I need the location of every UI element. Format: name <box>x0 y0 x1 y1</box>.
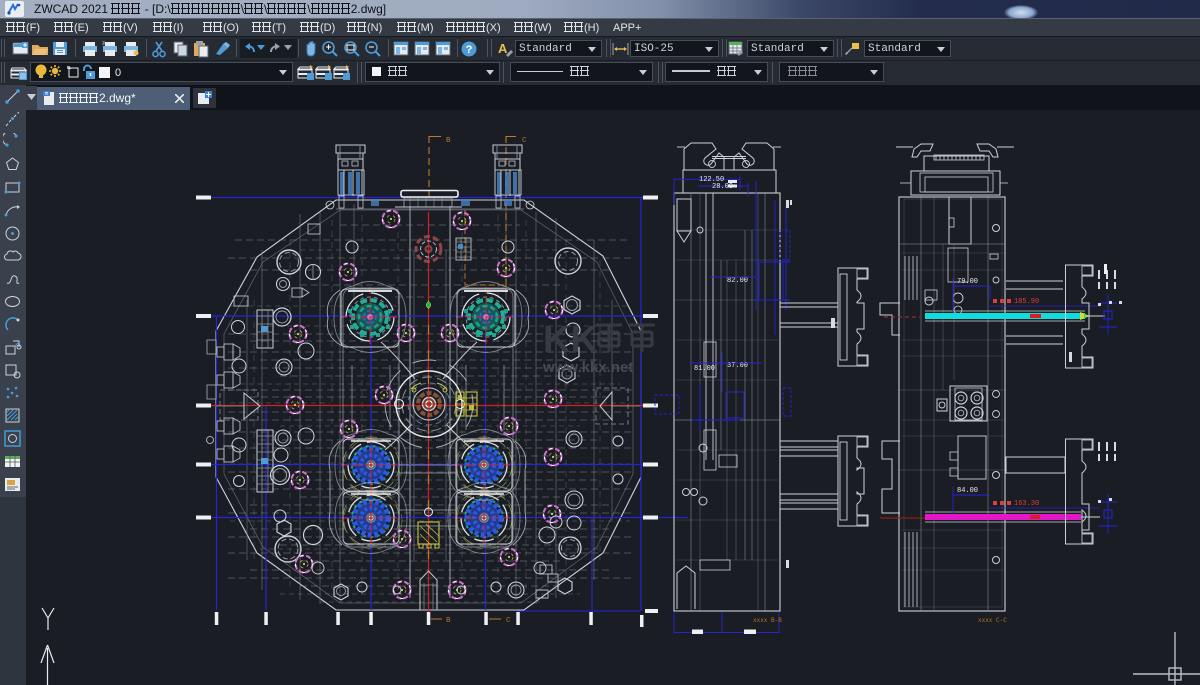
svg-text:B: B <box>446 137 451 145</box>
svg-text:xxxx B-B: xxxx B-B <box>753 617 782 624</box>
svg-text:xxxx C-C: xxxx C-C <box>978 617 1007 624</box>
svg-text:www.kkx.net: www.kkx.net <box>542 359 633 376</box>
svg-text:A: A <box>498 41 508 56</box>
svg-text:79.00: 79.00 <box>957 278 978 286</box>
svg-text:82.00: 82.00 <box>727 277 748 285</box>
svg-text:185.90: 185.90 <box>1014 298 1039 306</box>
svg-text:KK: KK <box>543 319 598 361</box>
svg-text:0: 0 <box>115 67 121 79</box>
svg-text:163.30: 163.30 <box>1014 500 1039 508</box>
svg-text:C: C <box>506 617 511 625</box>
svg-text:84.00: 84.00 <box>957 487 978 495</box>
svg-text:B: B <box>446 617 451 625</box>
svg-text:C: C <box>522 137 527 145</box>
svg-text:?: ? <box>466 44 473 56</box>
svg-text:81.00: 81.00 <box>694 365 715 373</box>
